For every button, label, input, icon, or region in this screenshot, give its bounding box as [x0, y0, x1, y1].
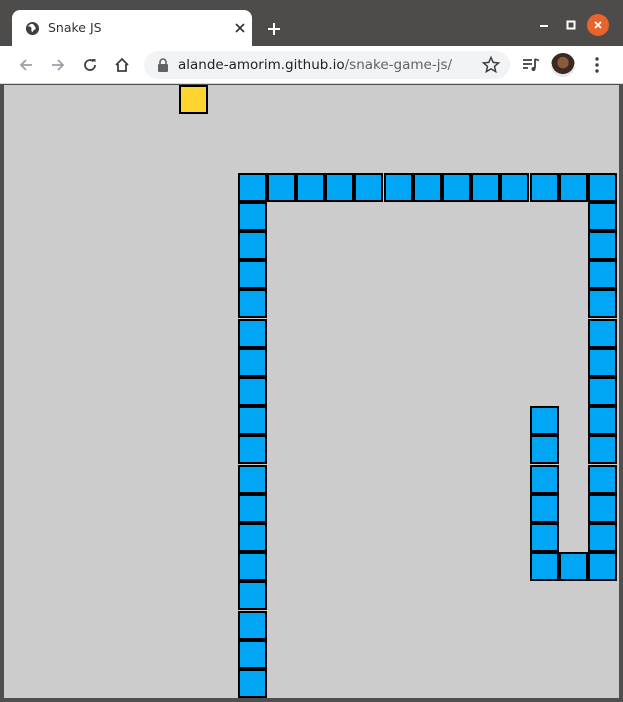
snake-segment	[237, 639, 267, 669]
browser-menu-button[interactable]	[584, 52, 610, 78]
snake-segment	[558, 552, 588, 582]
minimize-icon	[540, 25, 548, 27]
snake-segment	[237, 231, 267, 260]
media-control-button[interactable]	[518, 52, 544, 78]
tab-snake-js[interactable]: Snake JS	[12, 10, 252, 46]
snake-segment	[237, 260, 267, 290]
snake-segment	[529, 406, 559, 436]
lock-icon	[158, 58, 168, 72]
snake-segment	[529, 172, 559, 202]
home-icon	[115, 57, 129, 72]
kebab-menu-icon	[595, 57, 599, 73]
snake-segment	[588, 406, 617, 436]
snake-segment	[529, 493, 559, 523]
tab-strip: Snake JS	[0, 0, 623, 46]
new-tab-button[interactable]	[262, 17, 286, 41]
snake-segment	[588, 347, 617, 377]
home-button[interactable]	[109, 52, 135, 78]
snake-segment	[412, 172, 442, 202]
star-icon[interactable]	[481, 55, 501, 75]
snake-segment	[588, 464, 617, 494]
snake-segment	[529, 523, 559, 552]
tab-close-button[interactable]	[230, 18, 250, 38]
snake-segment	[266, 172, 296, 202]
snake-segment	[237, 289, 267, 319]
snake-segment	[588, 318, 617, 348]
snake-segment	[237, 201, 267, 231]
snake-segment	[588, 172, 617, 202]
snake-segment	[383, 172, 413, 202]
snake-segment	[237, 172, 267, 202]
address-bar[interactable]: alande-amorim.github.io/snake-game-js/	[144, 51, 510, 79]
snake-segment	[237, 435, 267, 465]
snake-segment	[529, 464, 559, 494]
reload-button[interactable]	[77, 52, 103, 78]
forward-button[interactable]	[45, 52, 71, 78]
snake-segment	[237, 464, 267, 494]
snake-segment	[325, 172, 355, 202]
url-host: alande-amorim.github.io	[178, 57, 345, 73]
avatar[interactable]	[551, 53, 575, 77]
back-button[interactable]	[13, 52, 39, 78]
snake-segment	[296, 172, 325, 202]
snake-segment	[237, 406, 267, 436]
snake-segment	[588, 260, 617, 290]
snake-segment	[237, 347, 267, 377]
tab-title: Snake JS	[48, 20, 102, 35]
snake-segment	[237, 377, 267, 406]
browser-toolbar: alande-amorim.github.io/snake-game-js/	[0, 46, 623, 84]
food-item	[179, 85, 209, 114]
snake-segment	[354, 172, 384, 202]
snake-segment	[588, 201, 617, 231]
reload-icon	[84, 59, 96, 71]
snake-segment	[500, 172, 530, 202]
snake-segment	[588, 552, 617, 582]
snake-segment	[237, 523, 267, 552]
snake-segment	[558, 172, 588, 202]
game-board[interactable]	[4, 85, 619, 698]
browser-window: Snake JS alande-amorim.github.io/snake-g…	[0, 0, 623, 702]
maximize-icon	[566, 20, 576, 30]
url-path: /snake-game-js/	[344, 57, 453, 73]
arrow-right-icon	[52, 59, 65, 71]
snake-segment	[237, 552, 267, 582]
snake-segment	[588, 523, 617, 552]
page-viewport	[4, 85, 619, 698]
snake-segment	[471, 172, 501, 202]
snake-segment	[588, 377, 617, 406]
snake-segment	[588, 289, 617, 319]
media-control-icon	[523, 58, 540, 71]
snake-segment	[237, 318, 267, 348]
snake-segment	[588, 435, 617, 465]
snake-segment	[237, 581, 267, 611]
close-icon	[594, 21, 602, 29]
minimize-button[interactable]	[533, 14, 555, 36]
close-icon	[235, 23, 245, 33]
arrow-left-icon	[19, 59, 32, 71]
snake-segment	[442, 172, 471, 202]
snake-segment	[588, 493, 617, 523]
maximize-button[interactable]	[560, 14, 582, 36]
globe-icon	[25, 21, 40, 36]
close-window-button[interactable]	[587, 14, 609, 36]
snake-segment	[529, 435, 559, 465]
snake-segment	[237, 493, 267, 523]
plus-icon	[268, 23, 280, 35]
snake-segment	[529, 552, 559, 582]
snake-segment	[237, 669, 267, 698]
snake-segment	[588, 231, 617, 260]
snake-segment	[237, 610, 267, 640]
url-text[interactable]: alande-amorim.github.io/snake-game-js/	[178, 57, 452, 73]
